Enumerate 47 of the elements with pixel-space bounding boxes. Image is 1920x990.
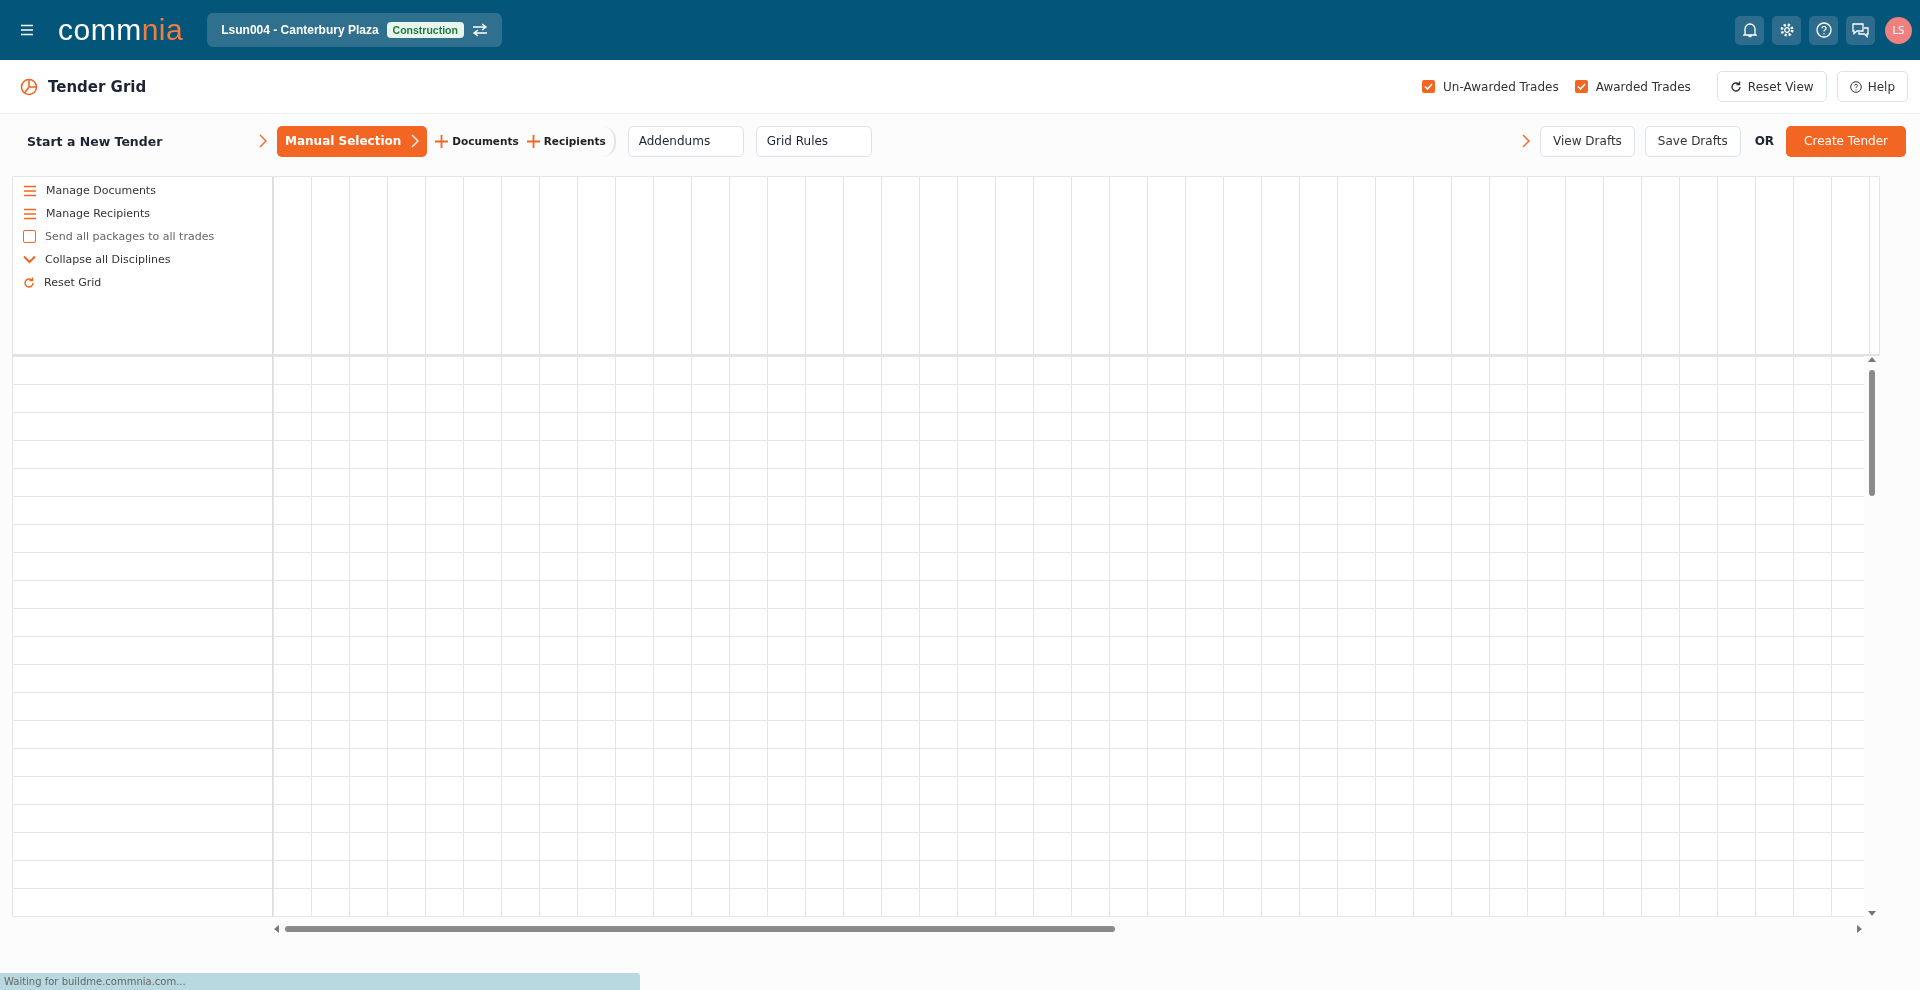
settings-icon [1778,22,1795,38]
help-button[interactable]: Help [1836,71,1908,102]
page-title: Tender Grid [48,77,147,96]
reset-view-button[interactable]: Reset View [1716,71,1827,102]
filter-checkbox[interactable]: Awarded Trades [1574,79,1691,94]
logo: commnia [58,15,184,45]
notifications-button[interactable] [1735,15,1764,45]
bell-icon [1742,22,1757,38]
chevron-right-icon [1522,134,1531,148]
step-field[interactable]: Addendums [627,125,744,157]
check-icon [1576,83,1586,90]
grid-action-checkbox[interactable]: Send all packages to all trades [23,229,272,244]
grid-action[interactable]: Manage Documents [23,183,272,198]
status-bar: Waiting for buildme.commnia.com... [0,973,640,990]
list-icon [23,207,37,220]
add-step-button[interactable]: Recipients [518,134,606,148]
chevron-down-icon [23,255,36,264]
chevron-right-icon [411,134,420,148]
chat-icon [1852,22,1869,38]
toolbar-label: Start a New Tender [27,133,164,149]
add-step-button[interactable]: Documents [427,134,519,148]
plus-icon [526,134,540,148]
refresh-icon [23,276,35,289]
menu-button[interactable] [20,24,34,36]
settings-button[interactable] [1772,15,1801,45]
or-label: OR [1754,134,1775,148]
project-switcher[interactable]: Lsun004 - Canterbury Plaza Construction [207,13,502,47]
pie-chart-icon [20,77,38,96]
check-icon [1424,83,1434,90]
drafts-button[interactable]: View Drafts [1540,125,1635,157]
menu-icon [20,24,34,36]
grid-action[interactable]: Reset Grid [23,275,272,290]
chat-button[interactable] [1846,15,1875,45]
horizontal-scrollbar[interactable] [273,923,1863,935]
plus-icon [435,134,449,148]
list-icon [23,184,37,197]
filter-checkbox[interactable]: Un-Awarded Trades [1422,79,1559,94]
drafts-button[interactable]: Save Drafts [1644,125,1741,157]
swap-icon [471,23,488,37]
help-button[interactable] [1809,15,1838,45]
grid-action[interactable]: Manage Recipients [23,206,272,221]
refresh-icon [1729,80,1742,93]
help-icon [1849,80,1862,93]
grid-action[interactable]: Collapse all Disciplines [23,252,272,267]
help-icon [1815,22,1832,38]
step-field[interactable]: Grid Rules [755,125,872,157]
chevron-right-icon [259,134,267,148]
